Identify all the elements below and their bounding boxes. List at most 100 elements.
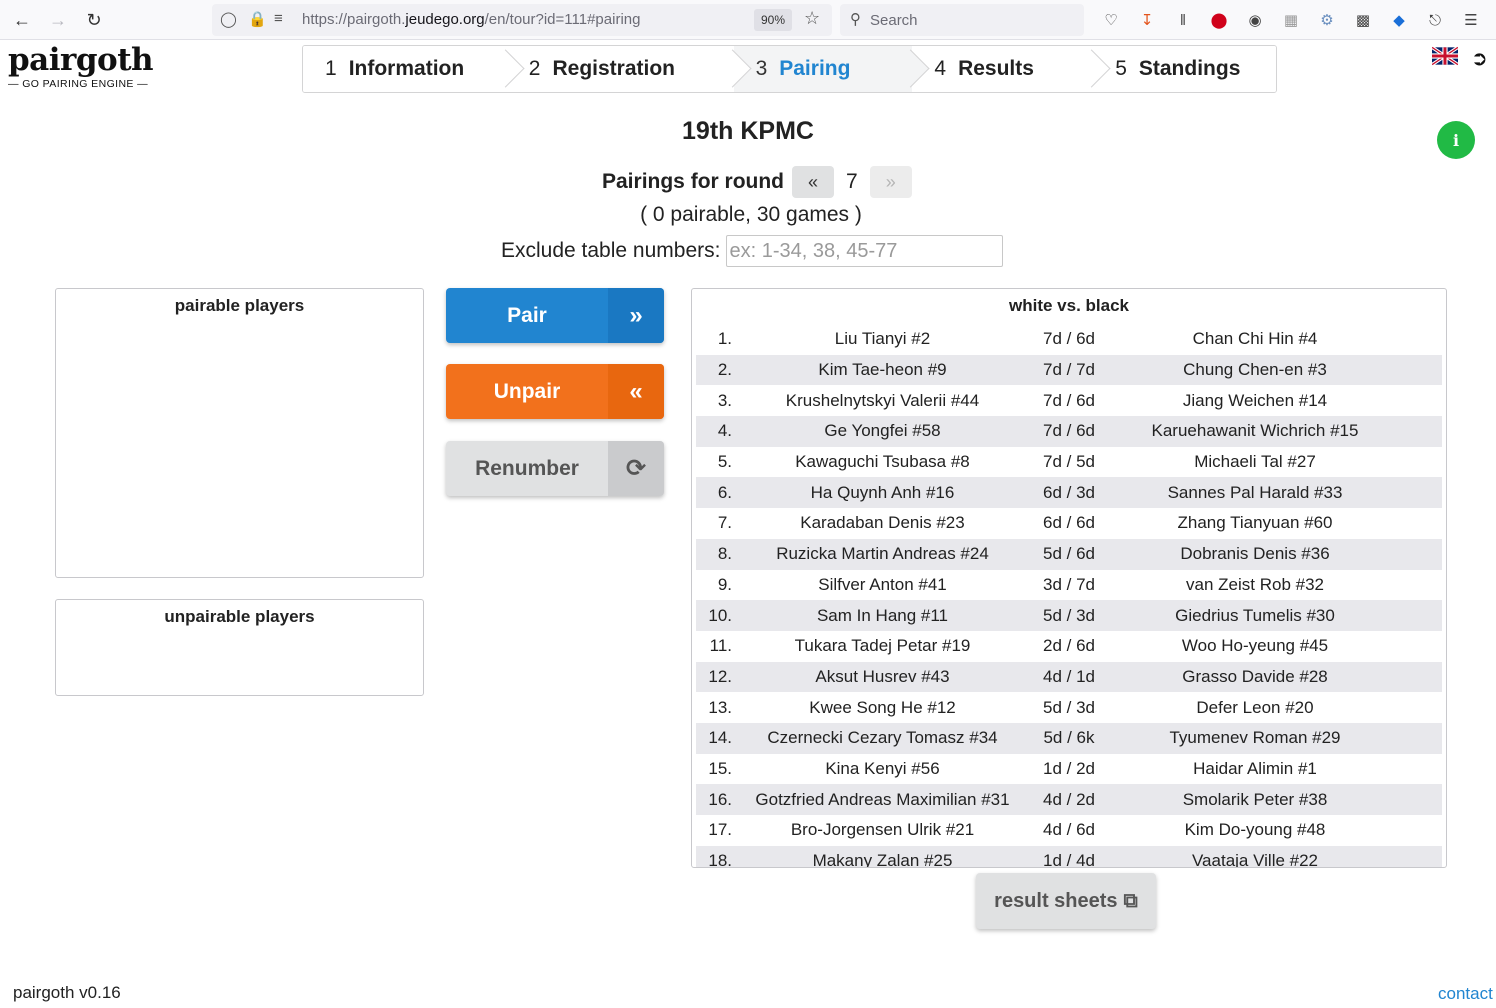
step-pairing[interactable]: 3 Pairing [733, 46, 913, 92]
game-row[interactable]: 14. Czernecki Cezary Tomasz #34 5d / 6k Tyu… [696, 722, 1442, 754]
player-levels: 6d / 3d [1043, 482, 1095, 502]
black-player: Haidar Alimin #1 [1193, 758, 1317, 778]
table-number: 8. [717, 544, 732, 564]
download-icon[interactable]: ↧ [1136, 9, 1158, 31]
pairing-counts: ( 0 pairable, 30 games ) [640, 203, 862, 226]
previous-round-button[interactable]: « [792, 166, 835, 198]
table-number: 16. [708, 789, 732, 809]
permissions-icon[interactable]: ≡ [274, 10, 283, 27]
table-number: 3. [717, 390, 732, 410]
player-levels: 7d / 6d [1043, 421, 1095, 441]
game-row[interactable]: 12. Aksut Husrev #43 4d / 1d Grasso Davide … [696, 661, 1442, 693]
games-panel: white vs. black 1. Liu Tianyi #2 7d / 6d Ch… [691, 288, 1447, 868]
uk-flag-icon[interactable] [1432, 46, 1458, 66]
black-player: Giedrius Tumelis #30 [1175, 605, 1335, 625]
step-standings[interactable]: 5 Standings [1093, 46, 1276, 92]
player-levels: 1d / 4d [1043, 851, 1095, 868]
black-player: Tyumenev Roman #29 [1169, 728, 1341, 748]
game-row[interactable]: 11. Tukara Tadej Petar #19 2d / 6d Woo Ho-y… [696, 631, 1442, 662]
game-row[interactable]: 4. Ge Yongfei #58 7d / 6d Karuehawanit Wich… [696, 416, 1442, 447]
game-row[interactable]: 8. Ruzicka Martin Andreas #24 5d / 6d Dobra… [696, 538, 1442, 570]
search-icon: ⚲ [850, 11, 861, 28]
search-placeholder: Search [870, 12, 918, 29]
logout-icon[interactable]: ➲ [1471, 46, 1488, 71]
table-number: 1. [717, 329, 732, 349]
game-row[interactable]: 7. Karadaban Denis #23 6d / 6d Zhang Tianyu… [696, 508, 1442, 539]
account-icon[interactable]: ◉ [1244, 9, 1266, 31]
shield-icon[interactable]: ◯ [220, 10, 237, 28]
black-player: Woo Ho-yeung #45 [1181, 636, 1329, 656]
result-sheets-button[interactable]: result sheets ⧉ [976, 873, 1156, 929]
game-row[interactable]: 16. Gotzfried Andreas Maximilian #31 4d / … [696, 784, 1442, 815]
game-row[interactable]: 9. Silfver Anton #41 3d / 7d van Zeist Rob … [696, 570, 1442, 601]
exclude-tables: Exclude table numbers: [501, 235, 1004, 267]
reload-icon[interactable]: ↻ [82, 8, 106, 32]
table-number: 10. [708, 605, 732, 625]
step-information[interactable]: 1 Information [303, 46, 507, 92]
exclude-tables-input[interactable] [726, 235, 1004, 267]
library-icon[interactable]: ‖ [1172, 9, 1194, 31]
adblock-icon[interactable]: ⬤ [1208, 9, 1230, 31]
black-player: Kim Do-young #48 [1184, 820, 1326, 840]
extension-icon[interactable]: ▦ [1280, 9, 1302, 31]
next-round-button[interactable]: » [869, 166, 912, 198]
unpairable-players-panel[interactable]: unpairable players [55, 599, 424, 696]
pairgoth-logo[interactable]: pairgoth — GO PAIRING ENGINE — [8, 44, 158, 94]
round-selector: Pairings for round « 7 » [602, 166, 912, 198]
extensions-puzzle-icon[interactable]: ⎋ [1424, 9, 1446, 31]
logo-word: pairgoth [8, 42, 154, 78]
url-bar[interactable]: ◯ 🔒 ≡ https://pairgoth.jeudego.org/en/to… [212, 4, 832, 36]
game-row[interactable]: 5. Kawaguchi Tsubasa #8 7d / 5d Michaeli Ta… [696, 447, 1442, 478]
games-list: 1. Liu Tianyi #2 7d / 6d Chan Chi Hin #4 2. K… [696, 324, 1442, 868]
white-player: Kwee Song He #12 [809, 697, 956, 717]
white-player: Tukara Tadej Petar #19 [794, 636, 971, 656]
step-results[interactable]: 4 Results [912, 46, 1094, 92]
extension-globe-icon[interactable]: ⚙ [1316, 9, 1338, 31]
pocket-icon[interactable]: ♡ [1100, 9, 1122, 31]
white-player: Sam In Hang #11 [816, 605, 949, 625]
notion-icon[interactable]: ▩ [1352, 9, 1374, 31]
white-player: Karadaban Denis #23 [800, 513, 965, 533]
url-text[interactable]: https://pairgoth.jeudego.org/en/tour?id=… [302, 11, 640, 28]
external-link-icon: ⧉ [1123, 889, 1138, 912]
pairable-players-panel[interactable]: pairable players [55, 288, 424, 578]
zoom-level[interactable]: 90% [754, 9, 792, 31]
white-player: Makany Zalan #25 [812, 851, 953, 868]
search-bar[interactable]: ⚲ Search [840, 4, 1084, 36]
double-chevron-left-icon: « [608, 364, 664, 419]
game-row[interactable]: 2. Kim Tae-heon #9 7d / 7d Chung Chen-en #3 [696, 354, 1442, 386]
back-icon[interactable]: ← [10, 8, 34, 32]
contact-link[interactable]: contact [1438, 984, 1493, 1004]
game-row[interactable]: 18. Makany Zalan #25 1d / 4d Vaataja Ville … [696, 845, 1442, 868]
table-number: 14. [708, 728, 732, 748]
white-player: Ha Quynh Anh #16 [810, 482, 955, 502]
black-player: Karuehawanit Wichrich #15 [1151, 421, 1359, 441]
unpairable-players-title: unpairable players [164, 607, 315, 626]
game-row[interactable]: 13. Kwee Song He #12 5d / 3d Defer Leon #20 [696, 692, 1442, 723]
game-row[interactable]: 15. Kina Kenyi #56 1d / 2d Haidar Alimin #1 [696, 754, 1442, 785]
games-title: white vs. black [1009, 296, 1129, 315]
game-row[interactable]: 6. Ha Quynh Anh #16 6d / 3d Sannes Pal Hara… [696, 477, 1442, 509]
white-player: Czernecki Cezary Tomasz #34 [767, 728, 998, 748]
game-row[interactable]: 17. Bro-Jorgensen Ulrik #21 4d / 6d Kim Do-… [696, 815, 1442, 846]
black-player: Defer Leon #20 [1196, 697, 1314, 717]
lock-icon[interactable]: 🔒 [248, 10, 267, 28]
game-row[interactable]: 1. Liu Tianyi #2 7d / 6d Chan Chi Hin #4 [696, 324, 1442, 355]
black-player: Smolarik Peter #38 [1182, 789, 1328, 809]
game-row[interactable]: 10. Sam In Hang #11 5d / 3d Giedrius Tumeli… [696, 600, 1442, 631]
renumber-button[interactable]: Renumber ⟳ [446, 441, 664, 496]
black-player: Sannes Pal Harald #33 [1167, 482, 1343, 502]
step-navigation: 1 Information 2 Registration 3 Pairing 4 Res… [302, 45, 1277, 93]
unpair-button[interactable]: Unpair « [446, 364, 664, 419]
menu-icon[interactable]: ☰ [1460, 9, 1482, 31]
black-player: Vaataja Ville #22 [1191, 851, 1319, 868]
table-number: 5. [717, 452, 732, 472]
game-row[interactable]: 3. Krushelnytskyi Valerii #44 7d / 6d Jiang… [696, 385, 1442, 416]
bookmark-star-icon[interactable]: ☆ [804, 8, 820, 29]
extension-cap-icon[interactable]: ◆ [1388, 9, 1410, 31]
forward-icon[interactable]: → [46, 8, 70, 32]
table-number: 17. [708, 820, 732, 840]
black-player: Grasso Davide #28 [1182, 666, 1328, 686]
pair-button[interactable]: Pair » [446, 288, 664, 343]
step-registration[interactable]: 2 Registration [506, 46, 734, 92]
